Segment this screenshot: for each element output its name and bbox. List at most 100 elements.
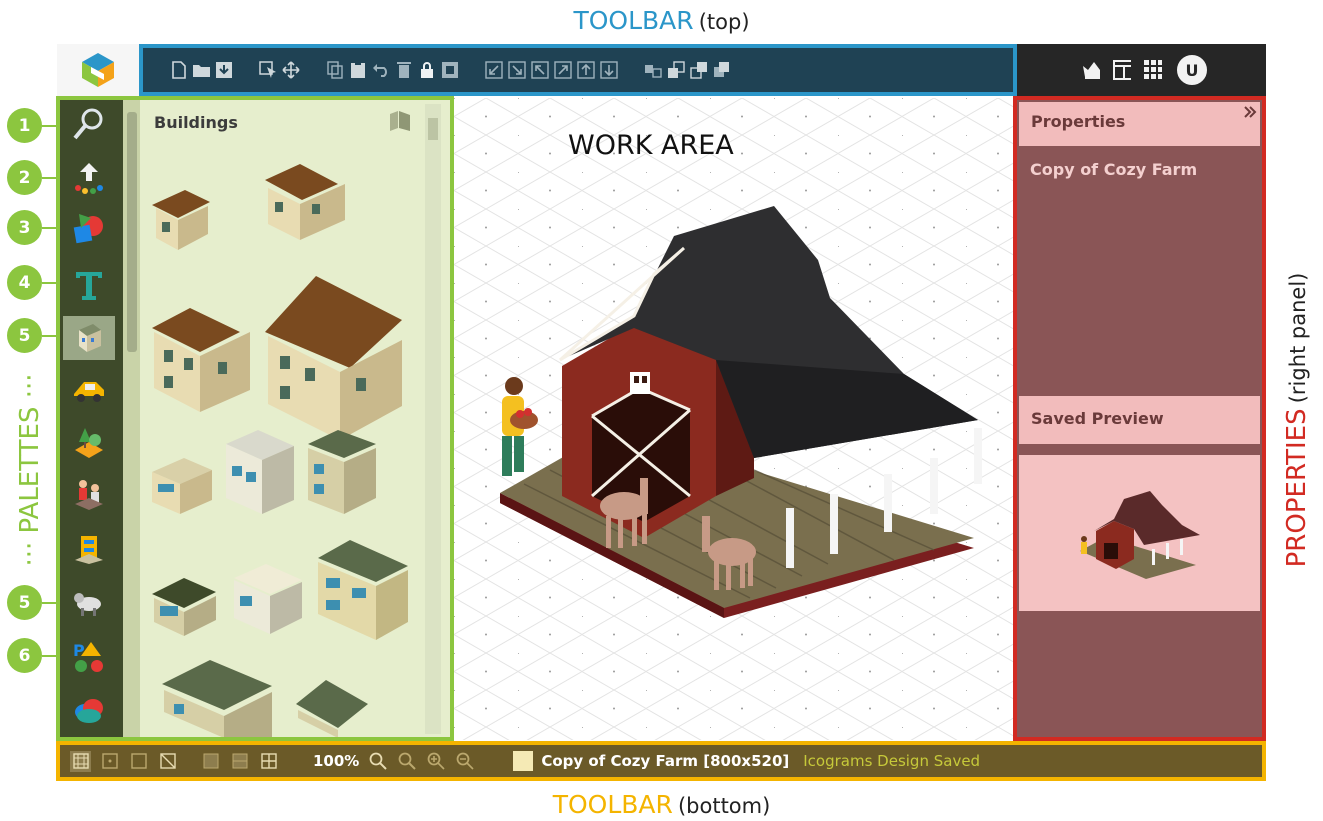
clouds-icon (75, 699, 103, 723)
people-icon (75, 480, 103, 510)
palette-objects[interactable] (63, 526, 115, 570)
layers-button[interactable] (713, 60, 731, 80)
layout-quad-button[interactable] (258, 751, 279, 772)
palette-animals[interactable] (63, 580, 115, 624)
premium-button[interactable] (1082, 60, 1100, 80)
building-category-toggle[interactable] (388, 110, 412, 136)
canvas-color-swatch[interactable] (513, 751, 534, 771)
zoom-in-button[interactable] (425, 751, 446, 772)
send-back-button[interactable] (690, 60, 708, 80)
palette-buildings[interactable] (63, 316, 115, 360)
palette-search[interactable] (63, 102, 115, 146)
palette-scrollbar-thumb[interactable] (127, 112, 137, 352)
building-thumb[interactable] (296, 680, 368, 738)
building-thumb[interactable] (318, 540, 408, 640)
move-down-button[interactable] (600, 60, 618, 80)
zoom-actual-button[interactable] (396, 751, 417, 772)
move-up-button[interactable] (577, 60, 595, 80)
layers-icon (714, 62, 729, 77)
copy-button[interactable] (326, 60, 344, 80)
layout-split-button[interactable] (229, 751, 250, 772)
properties-annotation: PROPERTIES (right panel) (1282, 273, 1312, 568)
app-logo[interactable] (57, 44, 139, 96)
buildings-scrollbar[interactable] (425, 104, 441, 734)
align-bottom-left-button[interactable] (485, 60, 503, 80)
copy-icon (327, 61, 343, 79)
top-right-actions: U (1082, 44, 1209, 96)
chevron-double-right-icon (1244, 106, 1257, 118)
map-toggle-icon (390, 111, 410, 131)
barn-preview-image (1079, 491, 1200, 579)
layout-icon (203, 753, 218, 769)
canvas[interactable] (454, 98, 1014, 740)
grid-view-button[interactable] (70, 750, 91, 772)
building-thumb[interactable] (265, 276, 402, 440)
palette-people[interactable] (63, 472, 115, 516)
grid-menu-button[interactable] (1144, 60, 1162, 80)
align-top-right-button[interactable] (554, 60, 572, 80)
design-name[interactable]: Copy of Cozy Farm (1030, 160, 1197, 179)
grid-off-button[interactable] (128, 751, 149, 772)
symbols-icon: P (73, 641, 103, 672)
palette-upload[interactable] (63, 156, 115, 200)
user-avatar[interactable]: U (1175, 53, 1209, 87)
palette-vehicles[interactable] (63, 366, 115, 410)
properties-sublabel: (right panel) (1286, 272, 1310, 404)
building-thumb[interactable] (152, 578, 216, 636)
palettes-annotation: ··· PALETTES ··· (15, 373, 45, 567)
buildings-scrollbar-thumb[interactable] (428, 118, 438, 140)
align-top-left-button[interactable] (531, 60, 549, 80)
properties-header: Properties (1019, 102, 1260, 146)
buildings-title: Buildings (154, 113, 238, 132)
snap-toggle-button[interactable] (157, 751, 178, 772)
palette-text[interactable] (63, 262, 115, 306)
building-thumb[interactable] (308, 430, 376, 514)
palette-symbols[interactable]: P (63, 634, 115, 678)
zoom-out-icon (456, 752, 474, 770)
bring-front-icon (668, 61, 685, 78)
building-thumb[interactable] (265, 164, 345, 240)
paste-button[interactable] (349, 60, 367, 80)
open-folder-button[interactable] (192, 60, 210, 80)
flip-button[interactable] (644, 60, 662, 80)
building-thumb[interactable] (162, 660, 272, 738)
upload-icon (75, 163, 103, 194)
layout-single-button[interactable] (200, 751, 221, 772)
building-thumb[interactable] (152, 308, 250, 412)
grid-dots-button[interactable] (99, 751, 120, 772)
collapse-panel-button[interactable] (1241, 103, 1259, 121)
undo-button[interactable] (372, 60, 390, 80)
top-toolbar (139, 44, 1017, 96)
building-thumb[interactable] (226, 430, 294, 514)
objects-icon (75, 536, 103, 564)
palette-clouds[interactable] (63, 688, 115, 732)
file-name-size: Copy of Cozy Farm [800x520] (541, 752, 790, 770)
building-thumb[interactable] (152, 458, 212, 514)
palette-shapes[interactable] (63, 206, 115, 250)
palette-number-badge: 3 (7, 210, 42, 245)
templates-button[interactable] (1113, 60, 1131, 80)
zoom-out-button[interactable] (454, 751, 475, 772)
new-file-button[interactable] (169, 60, 187, 80)
palette-number-badge: 4 (7, 265, 42, 300)
palette-number-badge: 5 (7, 585, 42, 620)
search-icon (73, 108, 103, 140)
trash-icon (397, 62, 411, 78)
save-button[interactable] (215, 60, 233, 80)
toolbar-top-annotation: TOOLBAR (top) (0, 6, 1323, 35)
building-thumb[interactable] (152, 190, 210, 250)
bottom-toolbar: 100% Copy of Cozy Farm [800x520] Icogram… (56, 741, 1266, 781)
select-button[interactable] (259, 60, 277, 80)
work-area[interactable] (454, 98, 1014, 740)
move-button[interactable] (282, 60, 300, 80)
align-bottom-right-button[interactable] (508, 60, 526, 80)
text-icon (76, 272, 102, 300)
palette-nature[interactable] (63, 420, 115, 464)
group-button[interactable] (441, 60, 459, 80)
saved-preview-thumbnail[interactable] (1019, 455, 1260, 611)
building-thumb[interactable] (234, 564, 302, 634)
zoom-fit-button[interactable] (367, 751, 388, 772)
bring-front-button[interactable] (667, 60, 685, 80)
delete-button[interactable] (395, 60, 413, 80)
lock-button[interactable] (418, 60, 436, 80)
